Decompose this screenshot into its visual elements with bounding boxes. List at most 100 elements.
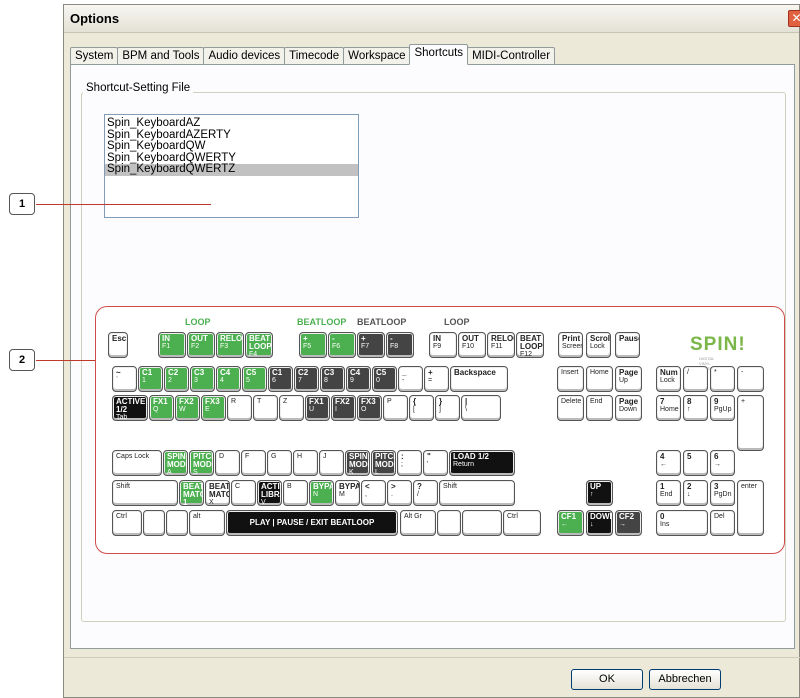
callout-2: 2	[9, 349, 35, 371]
close-icon[interactable]: ✕	[788, 10, 800, 27]
key-bottom-label: Ins	[660, 521, 670, 528]
shortcut-file-list[interactable]: Spin_KeyboardAZ Spin_KeyboardAZERTY Spin…	[104, 114, 359, 218]
key-top-label: OUT	[462, 334, 479, 343]
key-bottom-label: V	[261, 499, 266, 506]
key-top-label: ACTIVE LIBRARY	[261, 482, 281, 499]
key-bottom-label: Down	[619, 406, 637, 413]
key-top-label: 7	[660, 397, 665, 406]
list-item[interactable]: Spin_KeyboardAZ	[105, 117, 358, 130]
qwerty-row-key: }]	[435, 395, 460, 421]
key-bottom-label: 7	[298, 377, 302, 384]
numpad-key: 0 Ins	[656, 510, 708, 536]
key-bottom-label: `	[116, 377, 119, 384]
qwerty-row-key: FX2 I	[331, 395, 356, 421]
qwerty-row-key: FX2 W	[175, 395, 200, 421]
key-top-label: C4	[350, 368, 361, 377]
key-top-label: IN	[162, 334, 170, 343]
numpad-key: 9 PgUp	[710, 395, 735, 421]
section-label-beatloop-2: BEATLOOP	[357, 317, 407, 327]
key-top-label: PITCH MODE	[193, 452, 213, 469]
tab-shortcuts[interactable]: Shortcuts	[409, 44, 469, 65]
ok-button[interactable]: OK	[571, 669, 643, 690]
qwerty-row-key: Z	[279, 395, 304, 421]
home-row-key: " '	[423, 450, 448, 476]
function-key: Pause	[615, 332, 640, 358]
home-row-key: H	[293, 450, 318, 476]
number-row-key: + =	[424, 366, 449, 392]
title-bar: Options ✕	[64, 5, 800, 33]
function-key: OUT F2	[187, 332, 215, 358]
cancel-button[interactable]: Abbrechen	[649, 669, 721, 690]
tab-audio-devices[interactable]: Audio devices	[203, 47, 286, 65]
home-row-key: F	[241, 450, 266, 476]
key-bottom-label: ]	[439, 406, 441, 413]
key-top-label: |	[465, 397, 468, 406]
numpad-key: Del	[710, 510, 735, 536]
key-bottom-label: /	[687, 369, 689, 376]
key-bottom-label: Caps Lock	[116, 453, 150, 460]
key-bottom-label: J	[323, 453, 327, 460]
numpad-key: +	[737, 395, 764, 451]
tab-midi-controller[interactable]: MIDI-Controller	[467, 47, 556, 65]
key-top-label: ~	[116, 368, 121, 377]
key-top-label: C5	[376, 368, 387, 377]
key-top-label: Page	[619, 397, 639, 406]
key-top-label: 4	[660, 452, 665, 461]
key-top-label: Backspace	[454, 368, 496, 377]
divider	[64, 657, 800, 658]
key-bottom-label: Q	[153, 406, 159, 413]
key-bottom-label: H	[297, 453, 303, 460]
number-row-key: C2 2	[164, 366, 189, 392]
key-bottom-label: A	[167, 469, 172, 476]
key-bottom-label: F8	[390, 343, 399, 350]
key-top-label: -	[332, 334, 335, 343]
key-bottom-label: →	[619, 521, 626, 528]
function-key: Scroll Lock	[586, 332, 611, 358]
numpad-key: *	[710, 366, 735, 392]
key-bottom-label: Lock	[660, 377, 675, 384]
qwerty-row-key: | \	[461, 395, 501, 421]
key-top-label: CF1	[561, 512, 577, 521]
key-top-label: +	[428, 368, 433, 377]
bottom-row-key	[143, 510, 165, 536]
key-top-label: _	[402, 368, 407, 377]
qwerty-row-key: ACTIVE 1/2 Tab	[112, 395, 148, 421]
key-top-label: DOWN	[590, 512, 613, 521]
key-top-label: FX2	[179, 397, 194, 406]
function-key: RELOOPF3	[216, 332, 244, 358]
key-top-label: 5	[687, 452, 692, 461]
bottom-row-key: Alt Gr	[400, 510, 436, 536]
list-item-selected[interactable]: Spin_KeyboardQWERTZ	[105, 163, 358, 176]
key-top-label: 0	[660, 512, 665, 521]
nav-key: Page Down	[615, 395, 642, 421]
key-top-label: +	[303, 334, 308, 343]
key-top-label: Num	[660, 368, 678, 377]
shift-row-key: BEAT MATCH 1Y	[179, 480, 204, 506]
key-bottom-label: F10	[462, 343, 475, 350]
key-bottom-label: End	[590, 398, 603, 405]
key-bottom-label: Delete	[561, 398, 582, 405]
callout-1: 1	[9, 193, 35, 215]
number-row-key: C1 1	[138, 366, 163, 392]
key-bottom-label: P	[387, 398, 392, 405]
tab-timecode[interactable]: Timecode	[284, 47, 345, 65]
shift-row-key: ? /	[413, 480, 438, 506]
key-bottom-label: F7	[361, 343, 370, 350]
tab-system[interactable]: System	[70, 47, 119, 65]
key-bottom-label: W	[179, 406, 186, 413]
shift-row-key: Shift	[439, 480, 515, 506]
function-key: RELOOPF11	[487, 332, 515, 358]
key-bottom-label: \	[465, 406, 467, 413]
key-top-label: Esc	[112, 334, 127, 343]
number-row-key: Backspace	[450, 366, 508, 392]
function-key: BEAT LOOP F4	[245, 332, 273, 358]
key-bottom-label: -	[402, 377, 405, 384]
list-item[interactable]: Spin_KeyboardQW	[105, 140, 358, 153]
tab-strip: System BPM and Tools Audio devices Timec…	[70, 44, 556, 65]
key-bottom-label: B	[287, 483, 292, 490]
tab-bpm-and-tools[interactable]: BPM and Tools	[117, 47, 205, 65]
key-bottom-label: Home	[590, 369, 609, 376]
tab-workspace[interactable]: Workspace	[343, 47, 411, 65]
home-row-key: PITCH MODEL	[371, 450, 396, 476]
shift-row-key: BEAT MATCHX	[205, 480, 230, 506]
